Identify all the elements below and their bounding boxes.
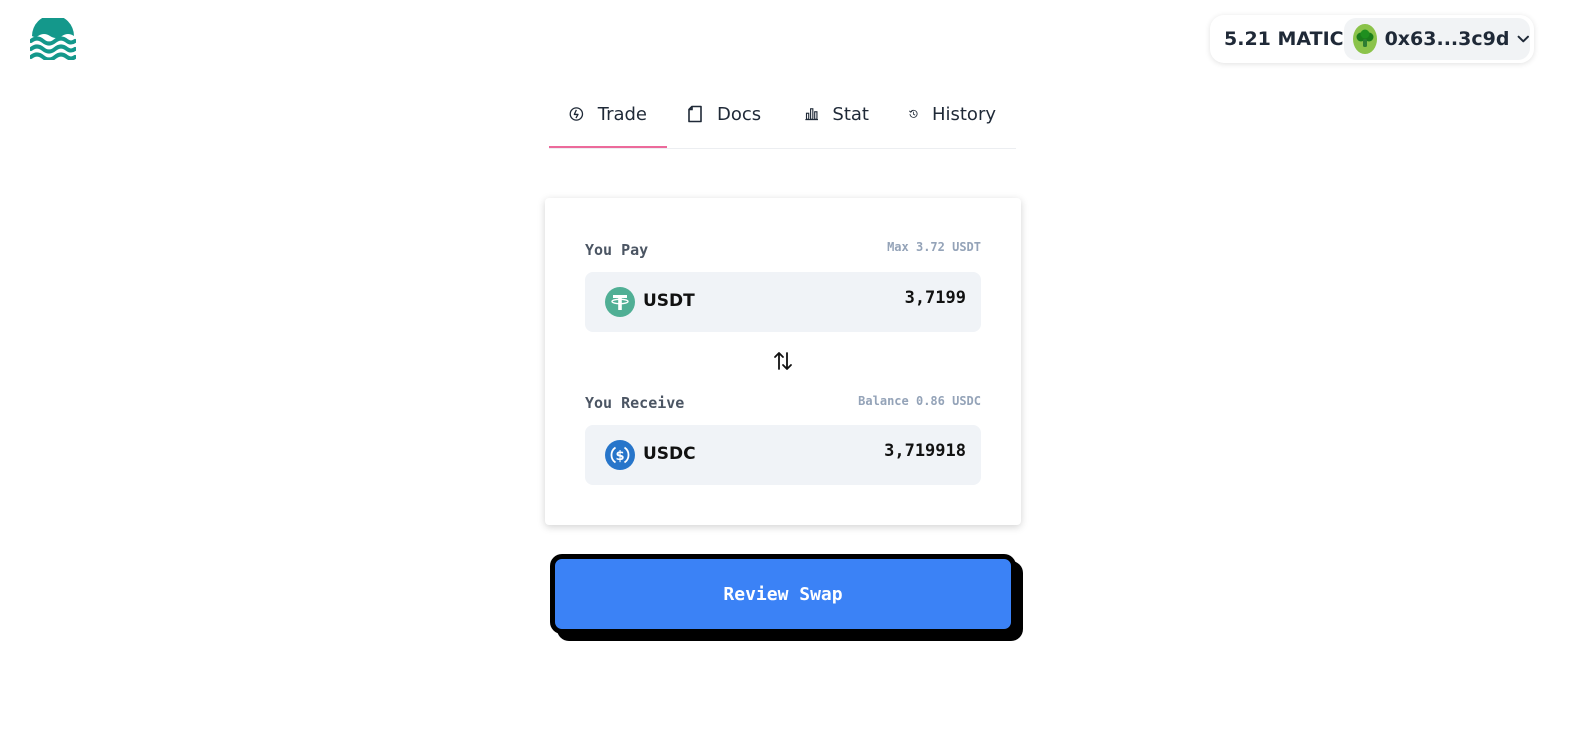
chevron-down-icon: [1518, 35, 1530, 43]
tab-history[interactable]: History: [889, 90, 1016, 138]
waves-logo-icon[interactable]: [29, 15, 77, 62]
account-button[interactable]: 0x63...3c9d: [1344, 18, 1530, 60]
tab-history-label: History: [931, 103, 996, 125]
you-pay-label: You Pay: [585, 241, 649, 259]
tab-docs-label: Docs: [717, 103, 762, 125]
bar-chart-icon: [805, 108, 819, 121]
document-icon: [688, 105, 702, 123]
usdc-icon[interactable]: $: [605, 440, 635, 470]
tab-stat[interactable]: Stat: [785, 90, 889, 138]
receive-amount-input[interactable]: [746, 441, 966, 461]
you-receive-label: You Receive: [585, 394, 685, 412]
receive-balance: Balance 0.86 USDC: [858, 394, 981, 408]
pay-token-box: USDT: [585, 272, 981, 332]
wallet-address: 0x63...3c9d: [1384, 28, 1510, 50]
receive-token-symbol[interactable]: USDC: [643, 444, 696, 464]
swap-card: You Pay Max 3.72 USDT USDT You Receive B…: [545, 198, 1021, 525]
tab-stat-label: Stat: [832, 103, 869, 125]
pay-token-symbol[interactable]: USDT: [643, 291, 695, 311]
tab-trade-label: Trade: [597, 103, 647, 125]
svg-text:$: $: [615, 449, 624, 464]
trade-icon: [569, 107, 584, 121]
tab-trade[interactable]: Trade: [549, 90, 667, 148]
tab-docs[interactable]: Docs: [667, 90, 785, 138]
broccoli-avatar-icon: [1353, 24, 1377, 54]
history-icon: [909, 109, 918, 118]
pay-amount-input[interactable]: [746, 288, 966, 308]
usdt-icon[interactable]: [605, 287, 635, 317]
main-nav-tabs: Trade Docs Stat History: [549, 90, 1016, 149]
wallet-widget: 5.21 MATIC 0x63...3c9d: [1210, 15, 1534, 63]
matic-balance: 5.21 MATIC: [1224, 28, 1344, 50]
review-swap-button[interactable]: Review Swap: [550, 554, 1016, 634]
receive-token-box: $ USDC: [585, 425, 981, 485]
swap-arrows-icon[interactable]: [773, 350, 793, 372]
max-balance[interactable]: Max 3.72 USDT: [887, 240, 981, 254]
